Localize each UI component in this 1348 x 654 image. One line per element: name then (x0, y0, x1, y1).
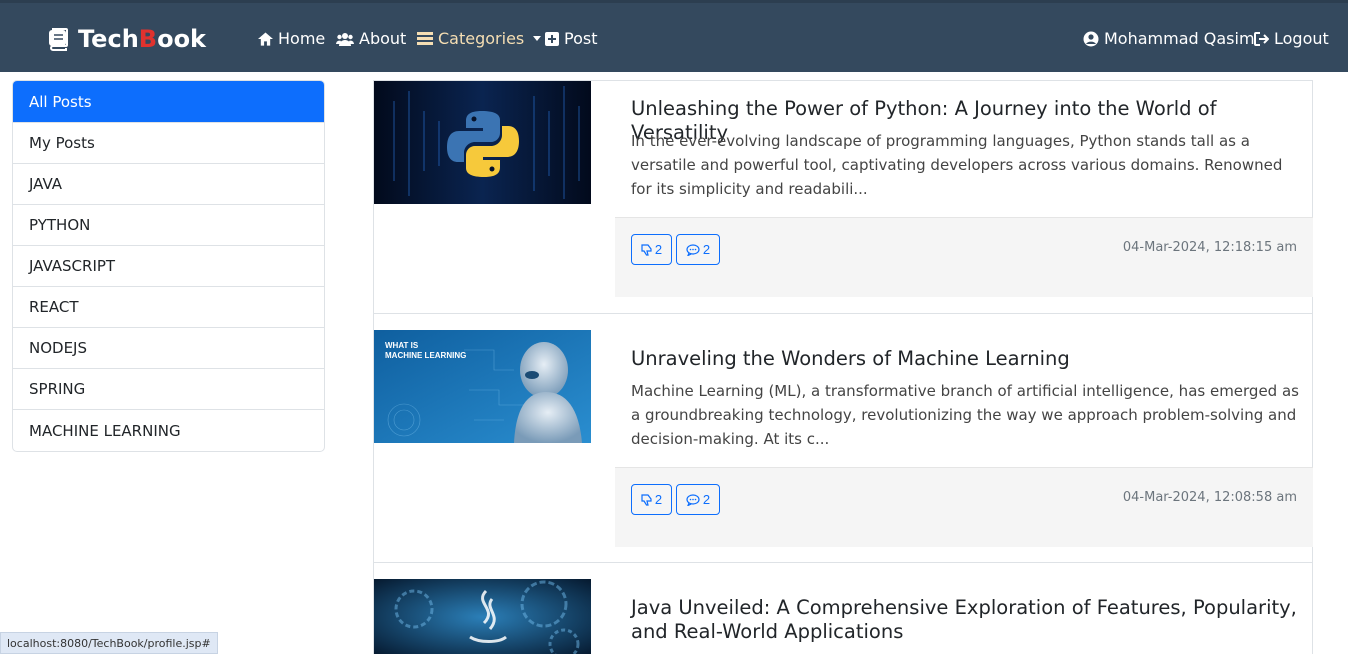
home-icon (258, 31, 273, 46)
like-count: 2 (654, 492, 663, 507)
category-item-javascript[interactable]: JAVASCRIPT (13, 246, 324, 287)
users-icon (336, 32, 354, 46)
comment-count: 2 (702, 492, 711, 507)
nav-user-profile[interactable]: Mohammad Qasim (1083, 29, 1255, 48)
user-name-label: Mohammad Qasim (1104, 29, 1255, 48)
book-icon (49, 28, 68, 51)
post-title[interactable]: Java Unveiled: A Comprehensive Explorati… (631, 596, 1301, 644)
post-image[interactable]: WHAT IS MACHINE LEARNING (374, 330, 591, 443)
image-caption-line2: MACHINE LEARNING (385, 351, 467, 360)
category-item-java[interactable]: JAVA (13, 164, 324, 205)
nav-post-label: Post (564, 29, 598, 48)
post-date: 04-Mar-2024, 12:18:15 am (1122, 240, 1297, 255)
category-item-react[interactable]: REACT (13, 287, 324, 328)
image-caption-line1: WHAT IS (385, 341, 419, 350)
post-footer: 2 2 04-Mar-2024, 12:18:15 am (615, 217, 1313, 297)
java-gears-image (374, 579, 591, 654)
brand-logo[interactable]: TechBook (46, 25, 206, 53)
user-circle-icon (1083, 31, 1099, 46)
comment-count: 2 (702, 242, 711, 257)
chevron-down-icon (533, 36, 542, 41)
like-button[interactable]: 2 (631, 234, 672, 265)
list-icon (417, 31, 433, 45)
nav-about-label: About (359, 29, 407, 48)
comment-icon (686, 243, 700, 256)
logout-icon (1254, 31, 1269, 46)
post-card: Unleashing the Power of Python: A Journe… (373, 80, 1313, 314)
nav-categories-dropdown[interactable]: Categories (417, 29, 542, 48)
post-title[interactable]: Unraveling the Wonders of Machine Learni… (631, 347, 1301, 371)
category-item-nodejs[interactable]: NODEJS (13, 328, 324, 369)
category-item-all-posts[interactable]: All Posts (13, 81, 324, 123)
comment-icon (686, 493, 700, 506)
nav-logout[interactable]: Logout (1254, 29, 1329, 48)
nav-about[interactable]: About (336, 29, 406, 48)
category-item-machine-learning[interactable]: MACHINE LEARNING (13, 410, 324, 451)
like-button[interactable]: 2 (631, 484, 672, 515)
nav-post[interactable]: Post (545, 29, 597, 48)
plus-square-icon (545, 31, 559, 46)
comment-button[interactable]: 2 (676, 484, 720, 515)
comment-button[interactable]: 2 (676, 234, 720, 265)
post-image[interactable] (374, 579, 591, 654)
post-footer: 2 2 04-Mar-2024, 12:08:58 am (615, 467, 1313, 547)
nav-home[interactable]: Home (258, 29, 325, 48)
category-item-python[interactable]: PYTHON (13, 205, 324, 246)
like-count: 2 (654, 242, 663, 257)
category-list: All Posts My Posts JAVA PYTHON JAVASCRIP… (12, 80, 325, 452)
nav-categories-label: Categories (438, 29, 525, 48)
category-item-my-posts[interactable]: My Posts (13, 123, 324, 164)
post-excerpt: In the ever-evolving landscape of progra… (631, 132, 1283, 198)
post-card: WHAT IS MACHINE LEARNING Unraveling the … (373, 313, 1313, 563)
top-navbar: TechBook Home About Categories Post Moha… (0, 0, 1348, 72)
post-image[interactable] (374, 81, 591, 204)
brand-name: TechBook (78, 25, 207, 53)
thumbs-down-icon (641, 243, 652, 256)
category-item-spring[interactable]: SPRING (13, 369, 324, 410)
post-card: Java Unveiled: A Comprehensive Explorati… (373, 562, 1313, 654)
nav-home-label: Home (278, 29, 326, 48)
nav-logout-label: Logout (1274, 29, 1329, 48)
python-logo-image (374, 81, 591, 204)
thumbs-down-icon (641, 493, 652, 506)
post-excerpt: Machine Learning (ML), a transformative … (631, 382, 1299, 448)
post-date: 04-Mar-2024, 12:08:58 am (1122, 490, 1297, 505)
browser-status-url: localhost:8080/TechBook/profile.jsp# (0, 632, 218, 654)
